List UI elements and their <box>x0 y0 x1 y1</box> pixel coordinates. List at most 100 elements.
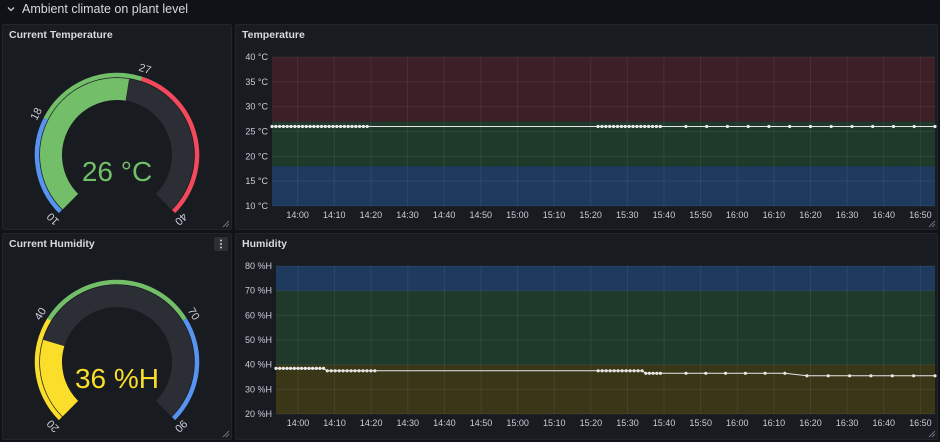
x-tick-label: 14:20 <box>360 210 383 220</box>
resize-handle-icon[interactable] <box>928 430 936 438</box>
x-tick-label: 16:00 <box>726 210 749 220</box>
data-point <box>358 124 362 129</box>
data-point <box>318 366 322 370</box>
data-point <box>308 124 312 129</box>
data-point <box>684 124 688 129</box>
threshold-band <box>272 57 935 122</box>
row-title: Ambient climate on plant level <box>22 2 189 16</box>
data-point <box>829 124 833 129</box>
data-point <box>783 371 787 375</box>
x-tick-label: 14:30 <box>396 210 419 220</box>
data-point <box>300 366 304 370</box>
x-tick-label: 16:50 <box>909 418 932 428</box>
gauge-tick-label: 90 <box>172 417 189 434</box>
x-tick-label: 15:00 <box>506 418 529 428</box>
data-point <box>643 124 647 129</box>
data-point <box>644 371 648 375</box>
data-point <box>746 124 750 129</box>
chevron-down-icon[interactable] <box>6 4 16 14</box>
data-point <box>763 371 767 375</box>
data-point <box>270 124 274 129</box>
y-tick-label: 40 °C <box>245 52 268 62</box>
x-tick-label: 15:40 <box>653 418 676 428</box>
data-point <box>628 369 632 373</box>
data-point <box>933 374 937 378</box>
data-point <box>278 124 282 129</box>
data-point <box>361 124 365 129</box>
x-tick-label: 15:30 <box>616 210 639 220</box>
data-point <box>316 124 320 129</box>
data-point <box>933 124 937 129</box>
x-tick-label: 15:40 <box>653 210 676 220</box>
data-point <box>304 124 308 129</box>
temperature-gauge-panel[interactable]: Current Temperature 10 18 27 40 26 °C <box>2 24 232 230</box>
x-tick-label: 14:00 <box>287 418 310 428</box>
resize-handle-icon[interactable] <box>222 220 230 228</box>
data-point <box>274 366 278 370</box>
data-point <box>627 124 631 129</box>
data-point <box>296 366 300 370</box>
data-point <box>600 369 604 373</box>
humidity-gauge-panel[interactable]: Current Humidity 20 40 70 90 36 %H <box>2 233 232 440</box>
y-tick-label: 70 %H <box>245 286 272 296</box>
row-header[interactable]: Ambient climate on plant level <box>0 0 940 18</box>
data-point <box>319 124 324 129</box>
data-point <box>349 369 353 373</box>
data-point <box>891 124 896 129</box>
data-point <box>743 371 747 375</box>
y-tick-label: 40 %H <box>245 360 272 370</box>
data-point <box>604 124 608 129</box>
data-point <box>805 374 809 378</box>
data-point <box>850 124 854 129</box>
data-point <box>337 369 341 373</box>
gauge-tick-label: 27 <box>137 62 152 77</box>
data-point <box>339 124 343 129</box>
x-tick-label: 15:20 <box>580 418 603 428</box>
x-tick-label: 15:50 <box>689 418 712 428</box>
data-point <box>361 369 365 373</box>
y-tick-label: 25 °C <box>245 127 268 137</box>
data-point <box>650 124 655 129</box>
y-tick-label: 20 °C <box>245 151 268 161</box>
humidity-gauge: 2040 709036 %H <box>32 279 202 434</box>
x-tick-label: 14:40 <box>433 418 456 428</box>
gauge-tick-label: 18 <box>29 106 45 122</box>
data-point <box>619 124 623 129</box>
humidity-timeseries-chart[interactable]: 20 %H 30 %H 40 %H 50 %H 60 %H 70 %H 80 %H 14:00… <box>236 234 937 439</box>
x-tick-label: 16:20 <box>799 210 822 220</box>
data-point <box>725 124 729 129</box>
data-point <box>331 124 335 129</box>
data-point <box>346 124 350 129</box>
data-point <box>651 371 655 375</box>
data-point <box>357 369 361 373</box>
data-point <box>293 124 297 129</box>
threshold-band <box>276 290 935 365</box>
data-point <box>604 369 608 373</box>
data-point <box>281 124 285 129</box>
resize-handle-icon[interactable] <box>928 220 936 228</box>
data-point <box>647 124 651 129</box>
data-point <box>624 369 628 373</box>
data-point <box>788 124 792 129</box>
temperature-chart-panel[interactable]: Temperature 10 °C 15 °C 20 °C 25 °C 30 °C 35 … <box>235 24 938 230</box>
data-point <box>658 371 662 375</box>
x-tick-label: 16:40 <box>872 418 895 428</box>
data-point <box>297 124 301 129</box>
data-point <box>289 366 293 370</box>
data-point <box>307 366 311 370</box>
gauge-value: 26 °C <box>82 156 152 187</box>
humidity-chart-panel[interactable]: Humidity 20 %H 30 %H 40 %H 50 %H 60 %H 70 %H 8… <box>235 233 938 440</box>
data-point <box>342 124 346 129</box>
gauge-value: 36 %H <box>75 363 159 394</box>
data-point <box>281 366 285 370</box>
data-point <box>890 374 894 378</box>
temperature-timeseries-chart[interactable]: 10 °C 15 °C 20 °C 25 °C 30 °C 35 °C 40 °C 14:00… <box>236 25 937 229</box>
data-point <box>600 124 604 129</box>
resize-handle-icon[interactable] <box>222 430 230 438</box>
data-point <box>285 366 289 370</box>
data-point <box>350 124 354 129</box>
data-point <box>655 371 659 375</box>
data-point <box>635 124 639 129</box>
data-point <box>658 124 662 129</box>
x-tick-label: 16:40 <box>872 210 895 220</box>
